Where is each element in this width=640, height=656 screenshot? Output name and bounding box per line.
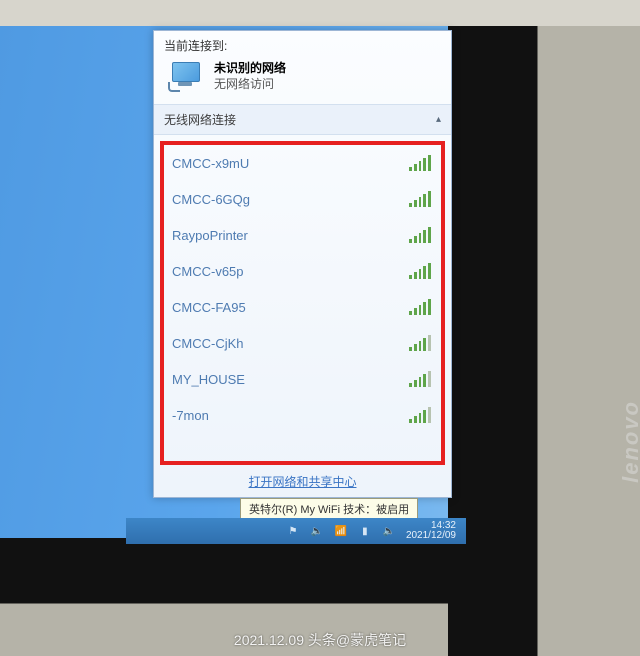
wireless-section-header[interactable]: 无线网络连接 ▴ <box>154 104 451 135</box>
network-item[interactable]: CMCC-x9mU <box>164 145 441 181</box>
taskbar: ⚑ 🔈 📶 ▮ 🔈 14:32 2021/12/09 <box>126 518 466 544</box>
signal-strength-icon <box>409 191 431 207</box>
network-flyout: 当前连接到: 未识别的网络 无网络访问 无线网络连接 ▴ CMCC-x9mUCM… <box>153 30 452 498</box>
wireless-network-list: CMCC-x9mU CMCC-6GQg RaypoPrinter CMCC-v65p C… <box>164 145 441 433</box>
network-ssid: RaypoPrinter <box>172 228 248 243</box>
network-ssid: CMCC-CjKh <box>172 336 244 351</box>
speaker-icon-2[interactable]: 🔈 <box>382 524 396 538</box>
signal-strength-icon <box>409 227 431 243</box>
network-item[interactable]: CMCC-FA95 <box>164 289 441 325</box>
signal-strength-icon <box>409 155 431 171</box>
tray-tooltip: 英特尔(R) My WiFi 技术：被启用 <box>240 498 418 520</box>
wireless-section-label: 无线网络连接 <box>164 111 236 128</box>
signal-strength-icon <box>409 335 431 351</box>
signal-strength-icon <box>409 263 431 279</box>
speaker-icon[interactable]: 🔈 <box>310 524 324 538</box>
taskbar-clock[interactable]: 14:32 2021/12/09 <box>406 521 456 541</box>
network-ssid: MY_HOUSE <box>172 372 245 387</box>
network-item[interactable]: CMCC-CjKh <box>164 325 441 361</box>
signal-strength-icon <box>409 299 431 315</box>
network-item[interactable]: CMCC-v65p <box>164 253 441 289</box>
network-monitor-icon <box>168 60 204 92</box>
signal-strength-icon <box>409 371 431 387</box>
network-ssid: -7mon <box>172 408 209 423</box>
current-connection-block: 未识别的网络 无网络访问 <box>154 56 451 104</box>
network-ssid: CMCC-FA95 <box>172 300 246 315</box>
network-item[interactable]: CMCC-6GQg <box>164 181 441 217</box>
laptop-brand-label: lenovo <box>618 400 640 483</box>
chevron-up-icon: ▴ <box>436 114 441 125</box>
battery-icon[interactable]: ▮ <box>358 524 372 538</box>
network-item[interactable]: -7mon <box>164 397 441 433</box>
network-ssid: CMCC-x9mU <box>172 156 249 171</box>
open-network-center-link[interactable]: 打开网络和共享中心 <box>154 465 451 492</box>
current-connection-label: 当前连接到: <box>154 31 451 56</box>
connection-name: 未识别的网络 <box>214 60 286 76</box>
flag-icon[interactable]: ⚑ <box>286 524 300 538</box>
network-item[interactable]: MY_HOUSE <box>164 361 441 397</box>
network-item[interactable]: RaypoPrinter <box>164 217 441 253</box>
network-ssid: CMCC-v65p <box>172 264 244 279</box>
signal-strength-icon <box>409 407 431 423</box>
connection-status: 无网络访问 <box>214 76 286 92</box>
network-tray-icon[interactable]: 📶 <box>334 524 348 538</box>
highlight-annotation-box: CMCC-x9mU CMCC-6GQg RaypoPrinter CMCC-v65p C… <box>160 141 445 465</box>
network-ssid: CMCC-6GQg <box>172 192 250 207</box>
image-watermark: 2021.12.09 头条@蒙虎笔记 <box>0 630 640 650</box>
clock-date: 2021/12/09 <box>406 531 456 541</box>
